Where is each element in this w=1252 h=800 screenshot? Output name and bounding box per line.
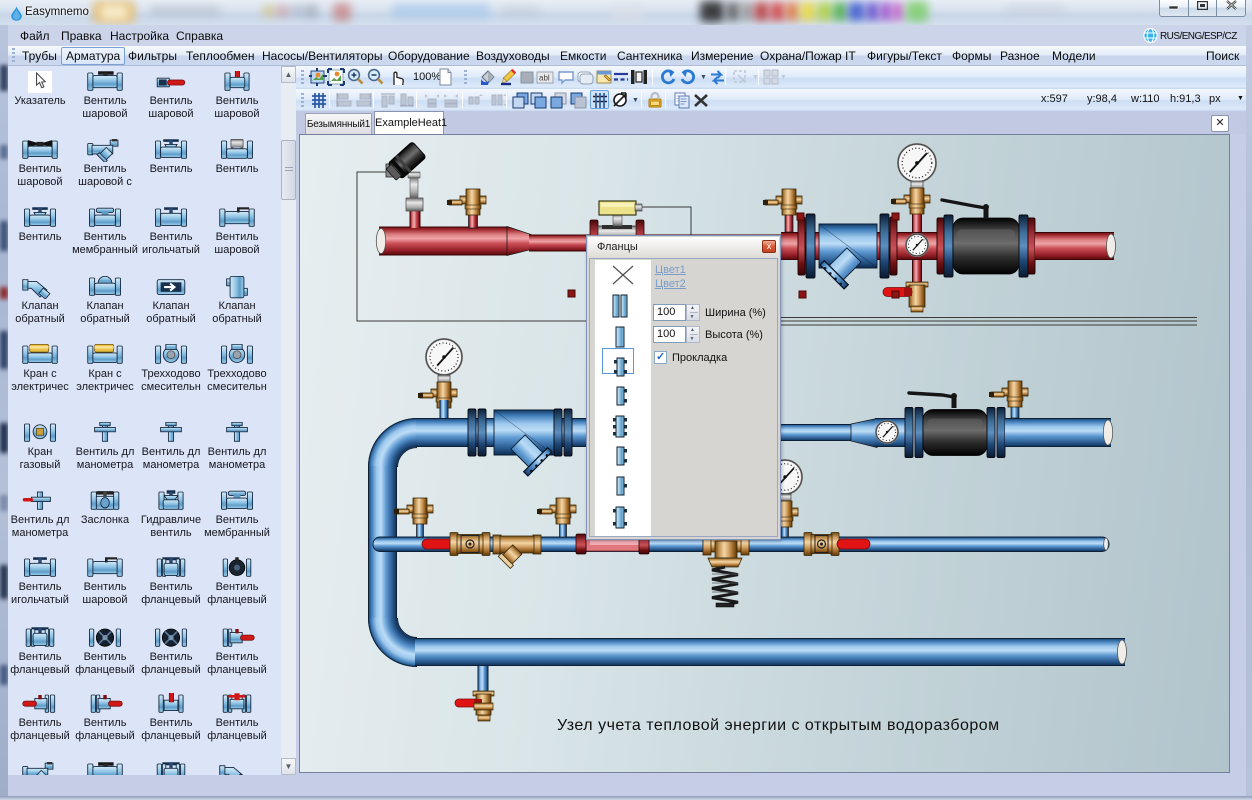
svg-text:Узел учета тепловой энергии с: Узел учета тепловой энергии с открытым в…: [557, 717, 1000, 734]
svg-text:abl: abl: [539, 74, 550, 83]
